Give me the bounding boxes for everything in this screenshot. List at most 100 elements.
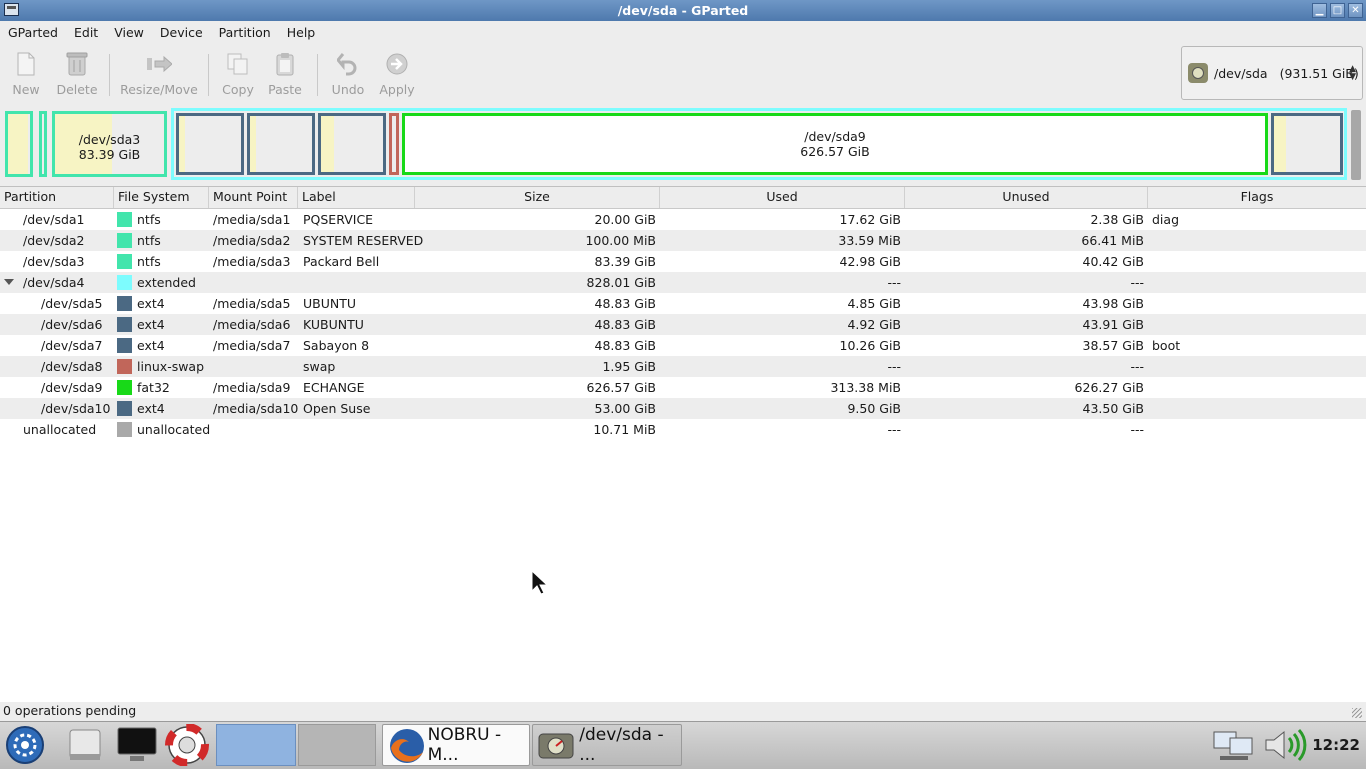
apply-button[interactable]: Apply [371,46,423,97]
filesystem-color-swatch [117,233,132,248]
clock[interactable]: 12:22 [1312,722,1360,769]
cell-size: 48.83 GiB [594,317,657,332]
cell-unused: --- [1130,275,1144,290]
menu-edit[interactable]: Edit [66,22,106,44]
resize-move-button[interactable]: Resize/Move [117,46,201,97]
expander-arrow-icon[interactable] [4,279,14,285]
device-size: (931.51 GiB) [1279,65,1359,81]
help-lifebuoy-icon[interactable] [164,723,210,767]
table-row[interactable]: /dev/sda8 linux-swap swap 1.95 GiB --- --- [0,356,1366,377]
disk-map-sda3[interactable]: /dev/sda3 83.39 GiB [52,111,167,177]
resize-grip[interactable] [1352,708,1362,718]
disk-map-sda6[interactable] [247,113,315,175]
col-unused[interactable]: Unused [905,187,1148,208]
disk-map-sda8[interactable] [389,113,399,175]
menu-gparted[interactable]: GParted [0,22,66,44]
kde-menu-icon[interactable] [2,724,48,766]
desktop-1-pager[interactable] [216,724,296,766]
disk-map-sda10[interactable] [1271,113,1343,175]
toolbar-separator [208,54,209,96]
table-row[interactable]: /dev/sda1 ntfs/media/sda1 PQSERVICE 20.00 G… [0,209,1366,230]
disk-map-sda1[interactable] [5,111,33,177]
menu-bar: GParted Edit View Device Partition Help [0,22,1366,44]
window-menu-icon[interactable] [4,3,19,16]
cell-partition: /dev/sda8 [41,359,103,374]
cell-unused: 626.27 GiB [1074,380,1144,395]
cell-size: 626.57 GiB [586,380,656,395]
spinner-arrows-icon: ▲ ▼ [1349,64,1356,82]
col-label[interactable]: Label [298,187,415,208]
filesystem-color-swatch [117,380,132,395]
disk-map-sda5[interactable] [176,113,244,175]
copy-button[interactable]: Copy [216,46,260,97]
disk-map-sda2[interactable] [39,111,47,177]
firefox-task-button[interactable]: NOBRU - M... [382,724,530,766]
minimize-button[interactable]: ▁ [1312,3,1327,18]
table-row[interactable]: /dev/sda6 ext4/media/sda6 KUBUNTU 48.83 GiB… [0,314,1366,335]
cell-used: 4.92 GiB [847,317,901,332]
cell-used: 9.50 GiB [847,401,901,416]
table-row[interactable]: /dev/sda5 ext4/media/sda5 UBUNTU 48.83 GiB 4… [0,293,1366,314]
table-header: Partition File System Mount Point Label … [0,187,1366,209]
cell-partition: /dev/sda9 [41,380,103,395]
resize-arrow-icon [146,50,172,78]
network-icon[interactable] [1210,724,1258,766]
filesystem-color-swatch [117,275,132,290]
volume-icon[interactable] [1262,724,1310,766]
close-button[interactable]: ✕ [1348,3,1363,18]
file-manager-icon[interactable] [62,724,108,766]
new-document-icon [13,50,39,78]
new-button[interactable]: New [0,46,52,97]
table-row[interactable]: /dev/sda10 ext4/media/sda10 Open Suse 53.00… [0,398,1366,419]
paste-button[interactable]: Paste [260,46,310,97]
cell-unused: 38.57 GiB [1082,338,1145,353]
filesystem-color-swatch [117,338,132,353]
cell-partition: /dev/sda4 [23,275,85,290]
maximize-button[interactable]: □ [1330,3,1345,18]
firefox-task-label: NOBRU - M... [427,725,502,765]
col-used[interactable]: Used [660,187,905,208]
cell-label: PQSERVICE [303,212,374,227]
disk-map-sda9[interactable]: /dev/sda9 626.57 GiB [402,113,1268,175]
cell-filesystem: ext4 [137,401,165,416]
cell-label: Sabayon 8 [303,338,370,353]
menu-view[interactable]: View [106,22,152,44]
window-title: /dev/sda - GParted [617,3,749,18]
cell-flags: boot [1152,338,1181,353]
toolbar-separator [109,54,110,96]
cell-size: 828.01 GiB [586,275,656,290]
col-mountpoint[interactable]: Mount Point [209,187,298,208]
table-row[interactable]: /dev/sda4 extended 828.01 GiB --- --- [0,272,1366,293]
menu-partition[interactable]: Partition [211,22,279,44]
cell-filesystem: ntfs [137,212,161,227]
cell-partition: /dev/sda10 [41,401,111,416]
col-partition[interactable]: Partition [0,187,114,208]
title-bar: /dev/sda - GParted ▁ □ ✕ [0,0,1366,21]
cell-filesystem: extended [137,275,196,290]
menu-help[interactable]: Help [279,22,324,44]
menu-device[interactable]: Device [152,22,211,44]
disk-map-sda3-name: /dev/sda3 [78,132,141,147]
filesystem-color-swatch [117,296,132,311]
cell-filesystem: unallocated [137,422,211,437]
device-selector[interactable]: /dev/sda (931.51 GiB) ▲ ▼ [1181,46,1363,100]
table-row[interactable]: /dev/sda2 ntfs/media/sda2 SYSTEM RESERVED 1… [0,230,1366,251]
col-size[interactable]: Size [415,187,660,208]
gparted-task-button[interactable]: /dev/sda - ... [532,724,682,766]
undo-button[interactable]: Undo [325,46,371,97]
desktop-2-pager[interactable] [298,724,376,766]
cell-flags: diag [1152,212,1180,227]
cell-size: 10.71 MiB [593,422,656,437]
table-row[interactable]: unallocated unallocated 10.71 MiB --- --- [0,419,1366,440]
cell-size: 20.00 GiB [594,212,657,227]
table-row[interactable]: /dev/sda3 ntfs/media/sda3 Packard Bell 83.3… [0,251,1366,272]
cell-mountpoint: /media/sda1 [213,212,291,227]
col-filesystem[interactable]: File System [114,187,209,208]
delete-button[interactable]: Delete [52,46,102,97]
table-row[interactable]: /dev/sda7 ext4/media/sda7 Sabayon 8 48.83 G… [0,335,1366,356]
disk-map-sda7[interactable] [318,113,386,175]
terminal-icon[interactable] [114,724,160,766]
disk-map-unallocated[interactable] [1351,110,1361,180]
col-flags[interactable]: Flags [1148,187,1366,208]
table-row[interactable]: /dev/sda9 fat32/media/sda9 ECHANGE 626.57 G… [0,377,1366,398]
